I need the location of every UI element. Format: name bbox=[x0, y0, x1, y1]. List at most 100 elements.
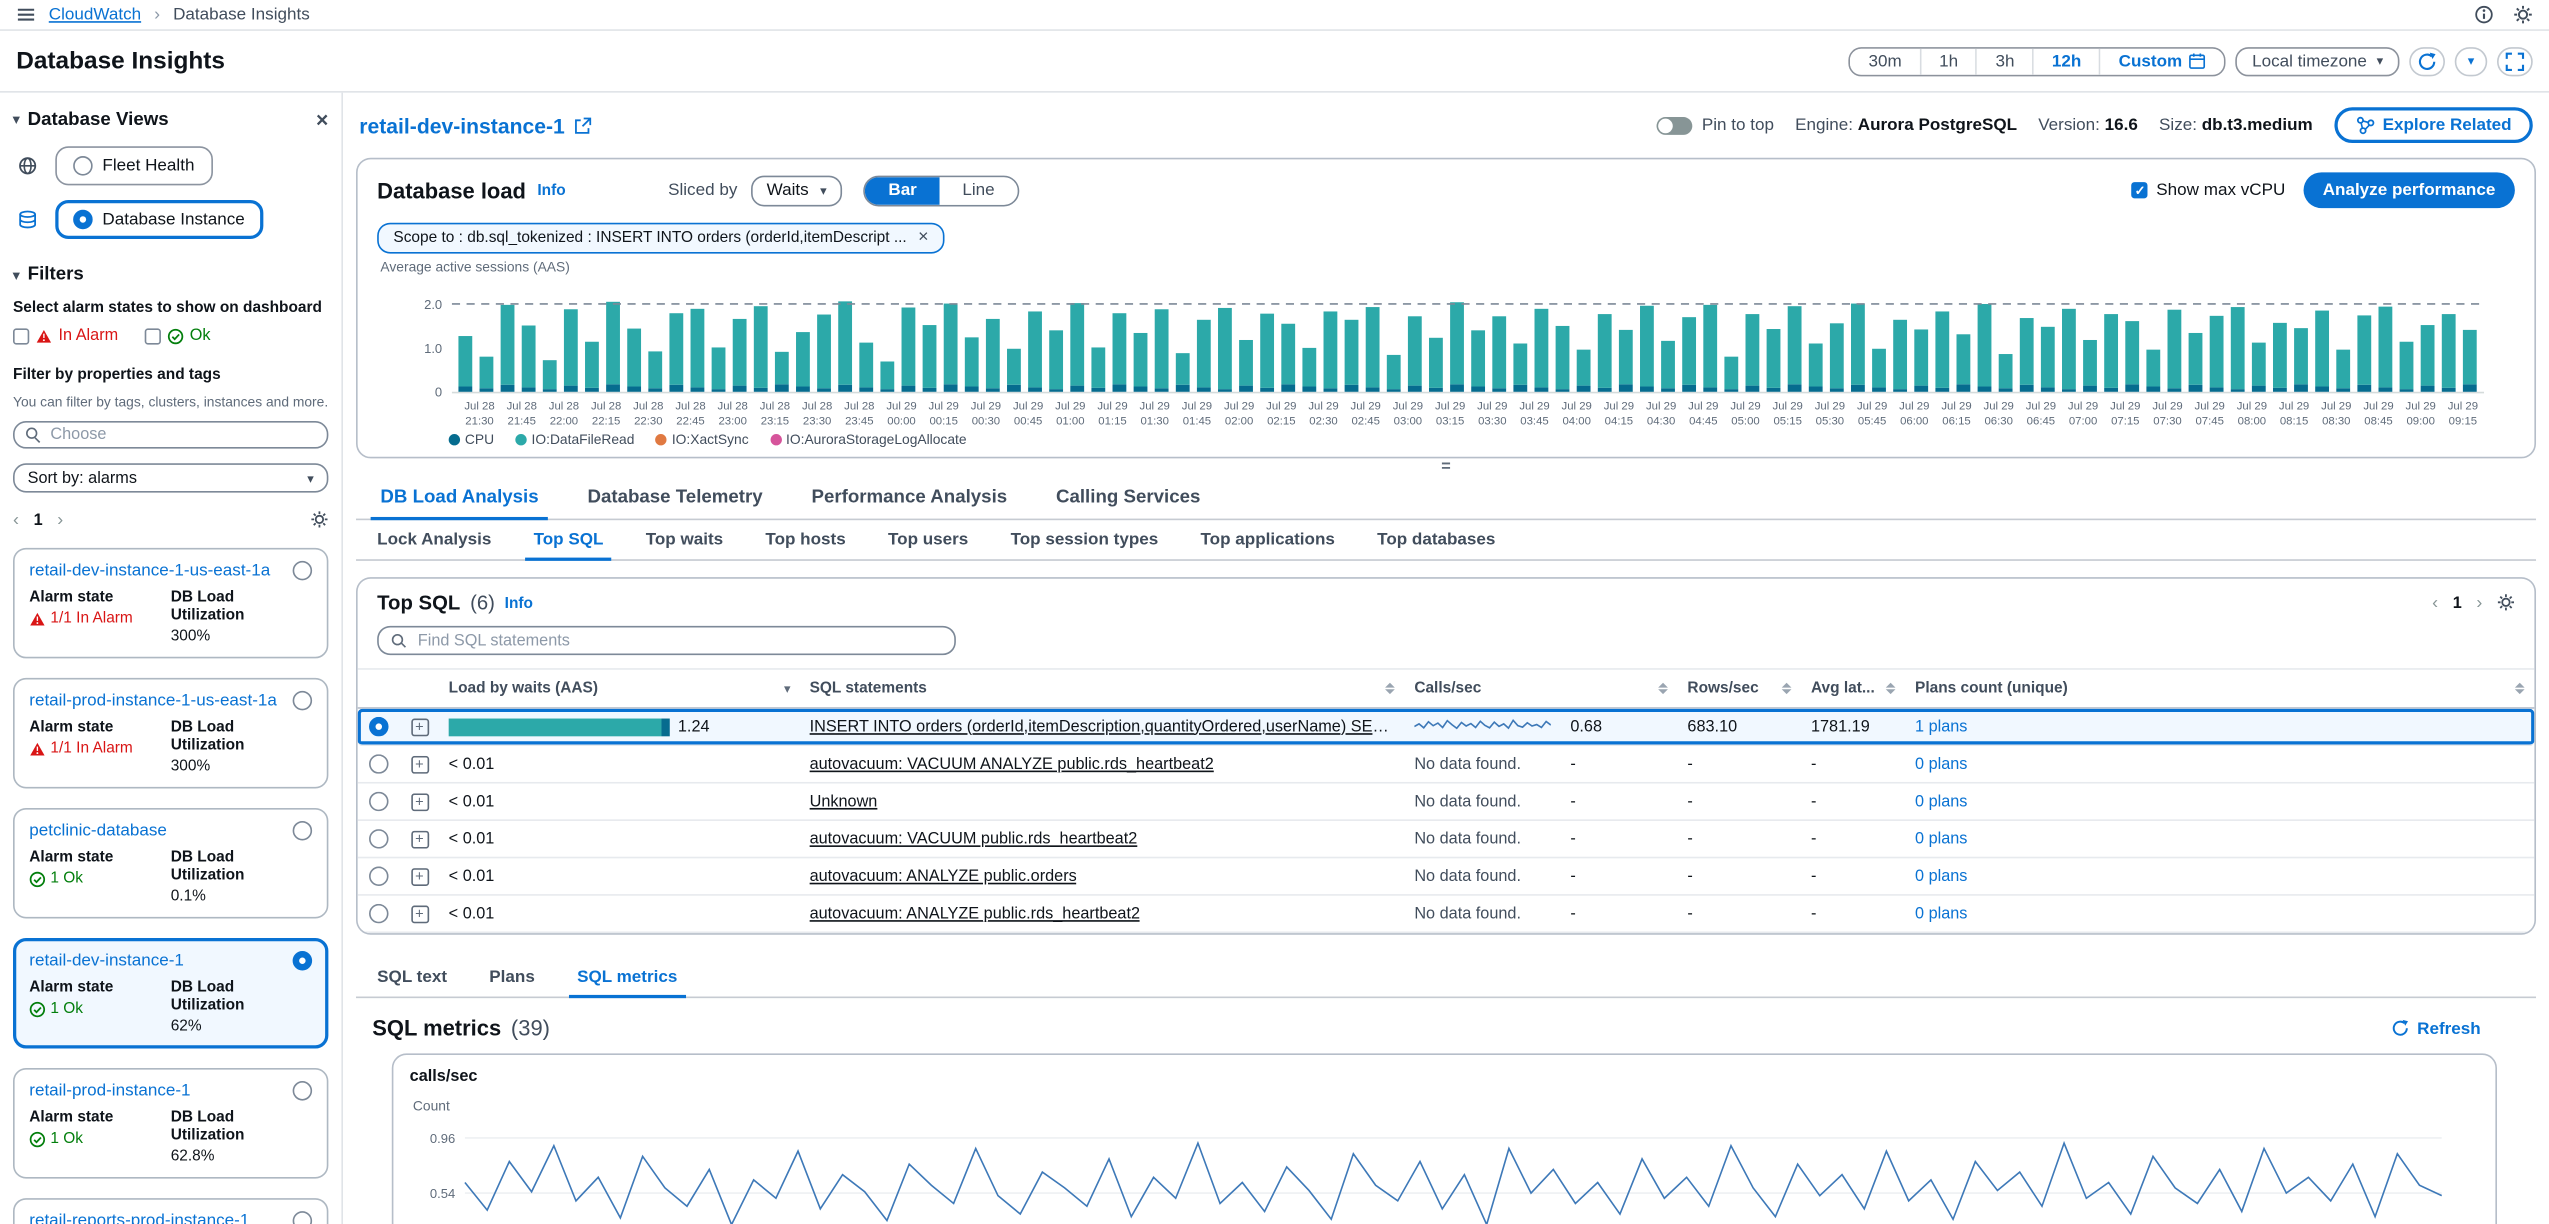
plans-count-link[interactable]: 1 plans bbox=[1915, 718, 1967, 736]
column-header-load[interactable]: Load by waits (AAS) ▾ bbox=[439, 670, 800, 707]
alarm-filter-in-alarm[interactable]: In Alarm bbox=[13, 327, 118, 345]
database-load-info-link[interactable]: Info bbox=[537, 181, 565, 199]
next-page-icon[interactable]: › bbox=[57, 510, 63, 530]
alarm-filter-ok[interactable]: Ok bbox=[144, 327, 210, 345]
chart-mode-bar-button[interactable]: Bar bbox=[866, 176, 940, 204]
instance-title-link[interactable]: retail-dev-instance-1 bbox=[359, 113, 592, 137]
instance-radio[interactable] bbox=[293, 821, 313, 841]
sort-by-select[interactable]: Sort by: alarms ▾ bbox=[13, 463, 328, 492]
sql-search-input[interactable] bbox=[418, 632, 941, 650]
row-select-radio[interactable] bbox=[369, 717, 389, 737]
instance-name-link[interactable]: petclinic-database bbox=[29, 821, 167, 841]
sql-search-box[interactable] bbox=[377, 626, 956, 655]
row-select-radio[interactable] bbox=[369, 829, 389, 849]
refresh-button[interactable] bbox=[2409, 46, 2445, 75]
current-page[interactable]: 1 bbox=[34, 511, 43, 529]
collapse-caret-icon[interactable]: ▾ bbox=[13, 267, 20, 282]
instance-card-retail-dev-instance-1-us-east-1a[interactable]: retail-dev-instance-1-us-east-1aAlarm st… bbox=[13, 548, 328, 659]
instance-card-retail-prod-instance-1-us-east-1a[interactable]: retail-prod-instance-1-us-east-1aAlarm s… bbox=[13, 678, 328, 789]
sql-table-row[interactable]: +< 0.01UnknownNo data found.---0 plans bbox=[358, 784, 2535, 821]
row-select-radio[interactable] bbox=[369, 792, 389, 812]
resize-handle[interactable]: = bbox=[356, 460, 2536, 475]
legend-item-io-xactsync[interactable]: IO:XactSync bbox=[656, 431, 749, 447]
view-tile-fleet-health[interactable]: Fleet Health bbox=[55, 146, 212, 185]
filter-caret-icon[interactable]: ▾ bbox=[784, 682, 790, 695]
tab-database-telemetry[interactable]: Database Telemetry bbox=[563, 476, 787, 518]
instance-card-retail-reports-prod-instance-1[interactable]: retail-reports-prod-instance-1Alarm stat… bbox=[13, 1198, 328, 1224]
sort-icon[interactable] bbox=[1658, 683, 1668, 694]
legend-item-io-aurorastoragelogallocate[interactable]: IO:AuroraStorageLogAllocate bbox=[770, 431, 967, 447]
row-select-radio[interactable] bbox=[369, 866, 389, 886]
instance-radio[interactable] bbox=[293, 691, 313, 711]
plans-count-link[interactable]: 0 plans bbox=[1915, 867, 1967, 885]
sql-statement-link[interactable]: Unknown bbox=[810, 793, 878, 811]
column-header-rows[interactable]: Rows/sec bbox=[1678, 670, 1802, 707]
time-range-30m-button[interactable]: 30m bbox=[1851, 48, 1922, 74]
detail-tab-sql-metrics[interactable]: SQL metrics bbox=[556, 958, 699, 997]
expand-row-icon[interactable]: + bbox=[410, 793, 428, 811]
subtab-top-session-types[interactable]: Top session types bbox=[989, 520, 1179, 559]
legend-item-cpu[interactable]: CPU bbox=[449, 431, 494, 447]
hamburger-menu-icon[interactable] bbox=[16, 7, 36, 23]
sql-table-row[interactable]: +< 0.01autovacuum: VACUUM ANALYZE public… bbox=[358, 746, 2535, 783]
subtab-top-users[interactable]: Top users bbox=[867, 520, 990, 559]
tab-calling-services[interactable]: Calling Services bbox=[1032, 476, 1225, 518]
instance-radio[interactable] bbox=[293, 1081, 313, 1101]
tab-performance-analysis[interactable]: Performance Analysis bbox=[787, 476, 1031, 518]
sql-table-row[interactable]: +1.24INSERT INTO orders (orderId,itemDes… bbox=[358, 709, 2535, 746]
sort-icon[interactable] bbox=[2515, 683, 2525, 694]
explore-related-button[interactable]: Explore Related bbox=[2334, 107, 2533, 143]
settings-gear-icon[interactable] bbox=[2513, 0, 2533, 29]
next-page-icon[interactable]: › bbox=[2476, 593, 2482, 613]
instance-name-link[interactable]: retail-prod-instance-1-us-east-1a bbox=[29, 691, 277, 711]
sql-statement-link[interactable]: autovacuum: VACUUM ANALYZE public.rds_he… bbox=[810, 755, 1214, 773]
pin-to-top-toggle[interactable]: Pin to top bbox=[1656, 115, 1774, 135]
help-info-icon[interactable] bbox=[2474, 0, 2494, 29]
instance-card-retail-prod-instance-1[interactable]: retail-prod-instance-1Alarm state1 OkDB … bbox=[13, 1068, 328, 1179]
analyze-performance-button[interactable]: Analyze performance bbox=[2303, 172, 2515, 208]
plans-count-link[interactable]: 0 plans bbox=[1915, 905, 1967, 923]
row-select-radio[interactable] bbox=[369, 904, 389, 924]
timezone-select[interactable]: Local timezone ▾ bbox=[2236, 46, 2400, 75]
detail-tab-sql-text[interactable]: SQL text bbox=[356, 958, 468, 997]
sql-statement-link[interactable]: INSERT INTO orders (orderId,itemDescript… bbox=[810, 718, 1395, 736]
sort-icon[interactable] bbox=[1782, 683, 1792, 694]
instance-radio[interactable] bbox=[293, 951, 313, 971]
expand-row-icon[interactable]: + bbox=[410, 755, 428, 773]
time-range-12h-button[interactable]: 12h bbox=[2034, 48, 2101, 74]
collapse-caret-icon[interactable]: ▾ bbox=[13, 112, 20, 127]
instance-name-link[interactable]: retail-prod-instance-1 bbox=[29, 1081, 190, 1101]
list-preferences-gear-icon[interactable] bbox=[310, 511, 328, 529]
checkbox-icon[interactable] bbox=[13, 328, 29, 344]
expand-row-icon[interactable]: + bbox=[410, 718, 428, 736]
subtab-lock-analysis[interactable]: Lock Analysis bbox=[356, 520, 512, 559]
properties-filter-input[interactable] bbox=[50, 426, 315, 444]
subtab-top-databases[interactable]: Top databases bbox=[1356, 520, 1517, 559]
view-tile-database-instance[interactable]: Database Instance bbox=[55, 200, 262, 239]
fullscreen-button[interactable] bbox=[2497, 46, 2533, 75]
legend-item-io-datafileread[interactable]: IO:DataFileRead bbox=[515, 431, 634, 447]
subtab-top-hosts[interactable]: Top hosts bbox=[744, 520, 867, 559]
expand-row-icon[interactable]: + bbox=[410, 830, 428, 848]
refresh-metrics-link[interactable]: Refresh bbox=[2391, 1018, 2481, 1038]
instance-card-petclinic-database[interactable]: petclinic-databaseAlarm state1 OkDB Load… bbox=[13, 808, 328, 919]
subtab-top-waits[interactable]: Top waits bbox=[625, 520, 745, 559]
instance-name-link[interactable]: retail-dev-instance-1 bbox=[29, 951, 184, 971]
checkbox-icon[interactable] bbox=[144, 328, 160, 344]
plans-count-link[interactable]: 0 plans bbox=[1915, 793, 1967, 811]
plans-count-link[interactable]: 0 plans bbox=[1915, 755, 1967, 773]
expand-row-icon[interactable]: + bbox=[410, 867, 428, 885]
instance-name-link[interactable]: retail-reports-prod-instance-1 bbox=[29, 1211, 249, 1224]
current-page[interactable]: 1 bbox=[2453, 594, 2462, 612]
tab-db-load-analysis[interactable]: DB Load Analysis bbox=[356, 476, 563, 518]
database-icon[interactable] bbox=[13, 210, 42, 230]
sql-statement-link[interactable]: autovacuum: ANALYZE public.rds_heartbeat… bbox=[810, 905, 1140, 923]
breadcrumb-cloudwatch[interactable]: CloudWatch bbox=[49, 5, 141, 25]
scope-filter-chip[interactable]: Scope to : db.sql_tokenized : INSERT INT… bbox=[377, 223, 945, 254]
sql-statement-link[interactable]: autovacuum: VACUUM public.rds_heartbeat2 bbox=[810, 830, 1138, 848]
sql-table-row[interactable]: +< 0.01autovacuum: ANALYZE public.rds_he… bbox=[358, 896, 2535, 933]
top-sql-info-link[interactable]: Info bbox=[505, 594, 533, 612]
column-header-calls[interactable]: Calls/sec bbox=[1405, 670, 1678, 707]
chart-mode-line-button[interactable]: Line bbox=[940, 176, 1018, 204]
refresh-options-button[interactable]: ▾ bbox=[2455, 46, 2488, 75]
